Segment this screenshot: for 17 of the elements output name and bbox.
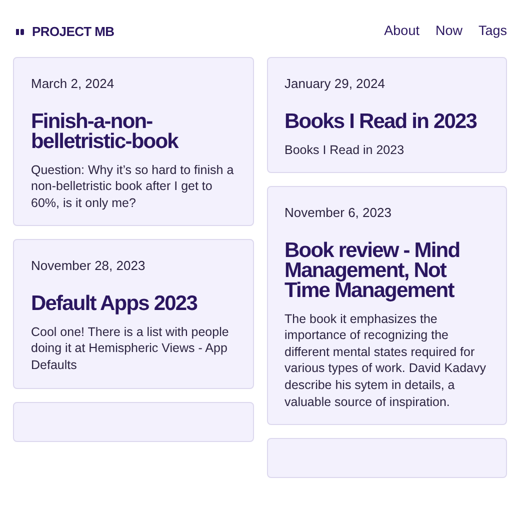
post-date: November 28, 2023 [31, 257, 146, 276]
post-title[interactable]: Books I Read in 2023 [284, 112, 489, 132]
nav-link[interactable]: Tags [478, 21, 507, 42]
post-summary: Books I Read in 2023 [284, 142, 406, 158]
post-date: March 2, 2024 [31, 75, 116, 93]
post-date: November 6, 2023 [284, 204, 392, 222]
nav-link[interactable]: About [384, 21, 420, 42]
post-summary: Cool one! There is a list with people doing it at Hemispheric Views - App Defaults [31, 324, 230, 374]
post-summary: The book it emphasizes the importance of recognizing the different mental states required for various types of work. David Kadavy describe his sytem in details, a valuable source of inspiration. [284, 310, 487, 410]
logo-icon [16, 28, 24, 34]
post-title[interactable]: Finish-a-non-belletristic-book [31, 112, 236, 152]
site-title[interactable]: PROJECT MB [32, 22, 114, 42]
nav-link[interactable]: Now [435, 21, 462, 42]
post-title[interactable]: Book review - Mind Management, Not Time Management [284, 240, 489, 301]
post-summary: Question: Why it’s so hard to finish a non-belletristic book after I get to 60%, is it only me? [31, 162, 235, 212]
post-date: January 29, 2024 [284, 75, 386, 93]
post-title[interactable]: Default Apps 2023 [31, 294, 236, 314]
